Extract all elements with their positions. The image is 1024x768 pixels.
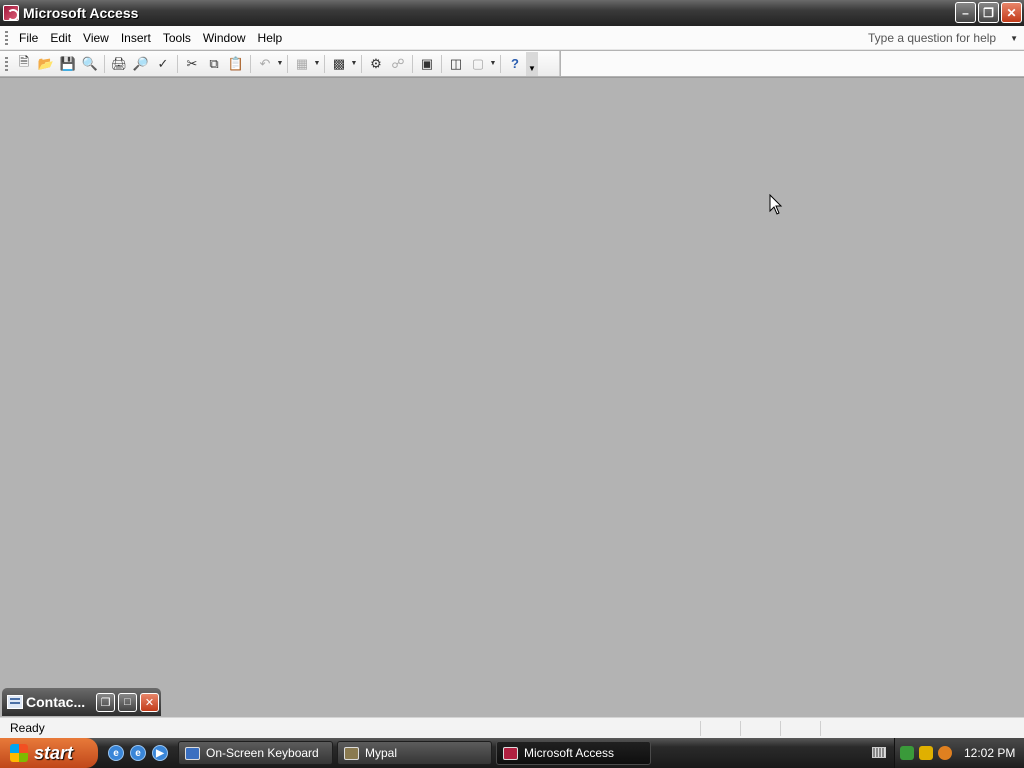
child-maximize-button[interactable]: □ (118, 692, 137, 712)
new-object-dropdown-icon[interactable]: ▼ (489, 60, 497, 67)
network-icon[interactable] (900, 746, 914, 760)
office-links-dropdown-icon[interactable]: ▼ (313, 60, 321, 67)
menu-window[interactable]: Window (197, 28, 252, 48)
database-window-title: Contac... (26, 694, 86, 710)
close-button[interactable]: ✕ (1001, 2, 1022, 23)
code-icon[interactable]: ⚙ (365, 54, 387, 74)
toolbar-separator (441, 54, 442, 73)
status-panel (700, 720, 740, 736)
task-label: Microsoft Access (524, 746, 615, 760)
media-player-icon[interactable]: ▶ (152, 745, 168, 761)
task-label: On-Screen Keyboard (206, 746, 319, 760)
toolbar-grip[interactable] (5, 56, 8, 71)
child-restore-button[interactable]: ❐ (96, 692, 115, 712)
help-question-box[interactable]: Type a question for help ▼ (868, 30, 1018, 46)
window-title: Microsoft Access (23, 5, 139, 21)
cut-icon[interactable]: ✂ (181, 54, 203, 74)
menu-insert[interactable]: Insert (115, 28, 157, 48)
toolbar-options-icon[interactable]: ▼ (526, 51, 538, 76)
title-bar: Microsoft Access – ❐ ✕ (0, 0, 1024, 26)
child-close-button[interactable]: ✕ (140, 692, 159, 712)
task-mypal[interactable]: Mypal (337, 741, 492, 765)
office-links-icon[interactable]: ▦ (291, 54, 313, 74)
status-panel (820, 720, 860, 736)
toolbar-empty-area (561, 51, 1024, 76)
minimize-button[interactable]: – (955, 2, 976, 23)
status-bar: Ready (0, 717, 1024, 738)
keyboard-icon (185, 746, 200, 760)
toolbar-separator (177, 54, 178, 73)
child-window-controls: ❐ □ ✕ (96, 692, 159, 712)
analyze-dropdown-icon[interactable]: ▼ (350, 60, 358, 67)
mdi-workspace[interactable] (0, 77, 1024, 716)
print-icon[interactable]: 🖨 (108, 54, 130, 74)
access-app-icon[interactable] (3, 5, 19, 21)
toolbar-separator (287, 54, 288, 73)
internet-explorer-icon[interactable]: e (108, 745, 124, 761)
system-tray: 12:02 PM (894, 738, 1024, 768)
properties-icon[interactable]: ▣ (416, 54, 438, 74)
database-toolbar: 🗎 📂 💾 🔍 🖨 🔎 ✓ ✂ ⧉ 📋 ↶ ▼ ▦ ▼ ▩ ▼ ⚙ ☍ ▣ ◫ … (0, 51, 560, 76)
clock: 12:02 PM (964, 746, 1016, 760)
security-shield-icon[interactable] (919, 746, 933, 760)
start-label: start (34, 742, 74, 763)
menu-help[interactable]: Help (252, 28, 289, 48)
menu-bar: File Edit View Insert Tools Window Help … (0, 26, 1024, 50)
save-icon[interactable]: 💾 (57, 54, 79, 74)
task-label: Mypal (365, 746, 398, 760)
script-icon[interactable]: ☍ (387, 54, 409, 74)
taskbar: start e e ▶ On-Screen Keyboard Mypal Mic… (0, 738, 1024, 768)
help-icon[interactable]: ? (504, 54, 526, 74)
task-on-screen-keyboard[interactable]: On-Screen Keyboard (178, 741, 333, 765)
status-panel (740, 720, 780, 736)
toolbar-separator (500, 54, 501, 73)
spelling-icon[interactable]: ✓ (152, 54, 174, 74)
menu-grip[interactable] (5, 30, 8, 45)
access-icon (503, 746, 518, 760)
chevron-down-icon[interactable]: ▼ (1010, 34, 1018, 43)
toolbar-separator (361, 54, 362, 73)
analyze-icon[interactable]: ▩ (328, 54, 350, 74)
new-object-icon[interactable]: ▢ (467, 54, 489, 74)
window-controls: – ❐ ✕ (955, 2, 1022, 23)
help-question-input[interactable]: Type a question for help (868, 31, 996, 45)
undo-icon[interactable]: ↶ (254, 54, 276, 74)
browser-icon[interactable]: e (130, 745, 146, 761)
mypal-icon (344, 746, 359, 760)
database-window-icon (7, 695, 23, 709)
toolbar-separator (250, 54, 251, 73)
new-file-icon[interactable]: 🗎 (13, 54, 35, 74)
search-icon[interactable] (938, 746, 952, 760)
restore-button[interactable]: ❐ (978, 2, 999, 23)
paste-icon[interactable]: 📋 (225, 54, 247, 74)
print-preview-icon[interactable]: 🔎 (130, 54, 152, 74)
file-search-icon[interactable]: 🔍 (79, 54, 101, 74)
menu-edit[interactable]: Edit (44, 28, 77, 48)
toolbar-separator (412, 54, 413, 73)
windows-logo-icon (10, 744, 28, 762)
status-panel (780, 720, 820, 736)
input-language-icon[interactable] (872, 747, 886, 758)
status-text: Ready (10, 721, 45, 735)
menu-tools[interactable]: Tools (157, 28, 197, 48)
start-button[interactable]: start (0, 738, 98, 768)
minimized-database-window[interactable]: Contac... ❐ □ ✕ (2, 688, 161, 716)
open-folder-icon[interactable]: 📂 (35, 54, 57, 74)
relationships-icon[interactable]: ◫ (445, 54, 467, 74)
quick-launch: e e ▶ (108, 745, 168, 761)
copy-icon[interactable]: ⧉ (203, 54, 225, 74)
menu-file[interactable]: File (13, 28, 44, 48)
task-microsoft-access[interactable]: Microsoft Access (496, 741, 651, 765)
undo-dropdown-icon[interactable]: ▼ (276, 60, 284, 67)
toolbar-separator (324, 54, 325, 73)
toolbar-separator (104, 54, 105, 73)
menu-view[interactable]: View (77, 28, 115, 48)
